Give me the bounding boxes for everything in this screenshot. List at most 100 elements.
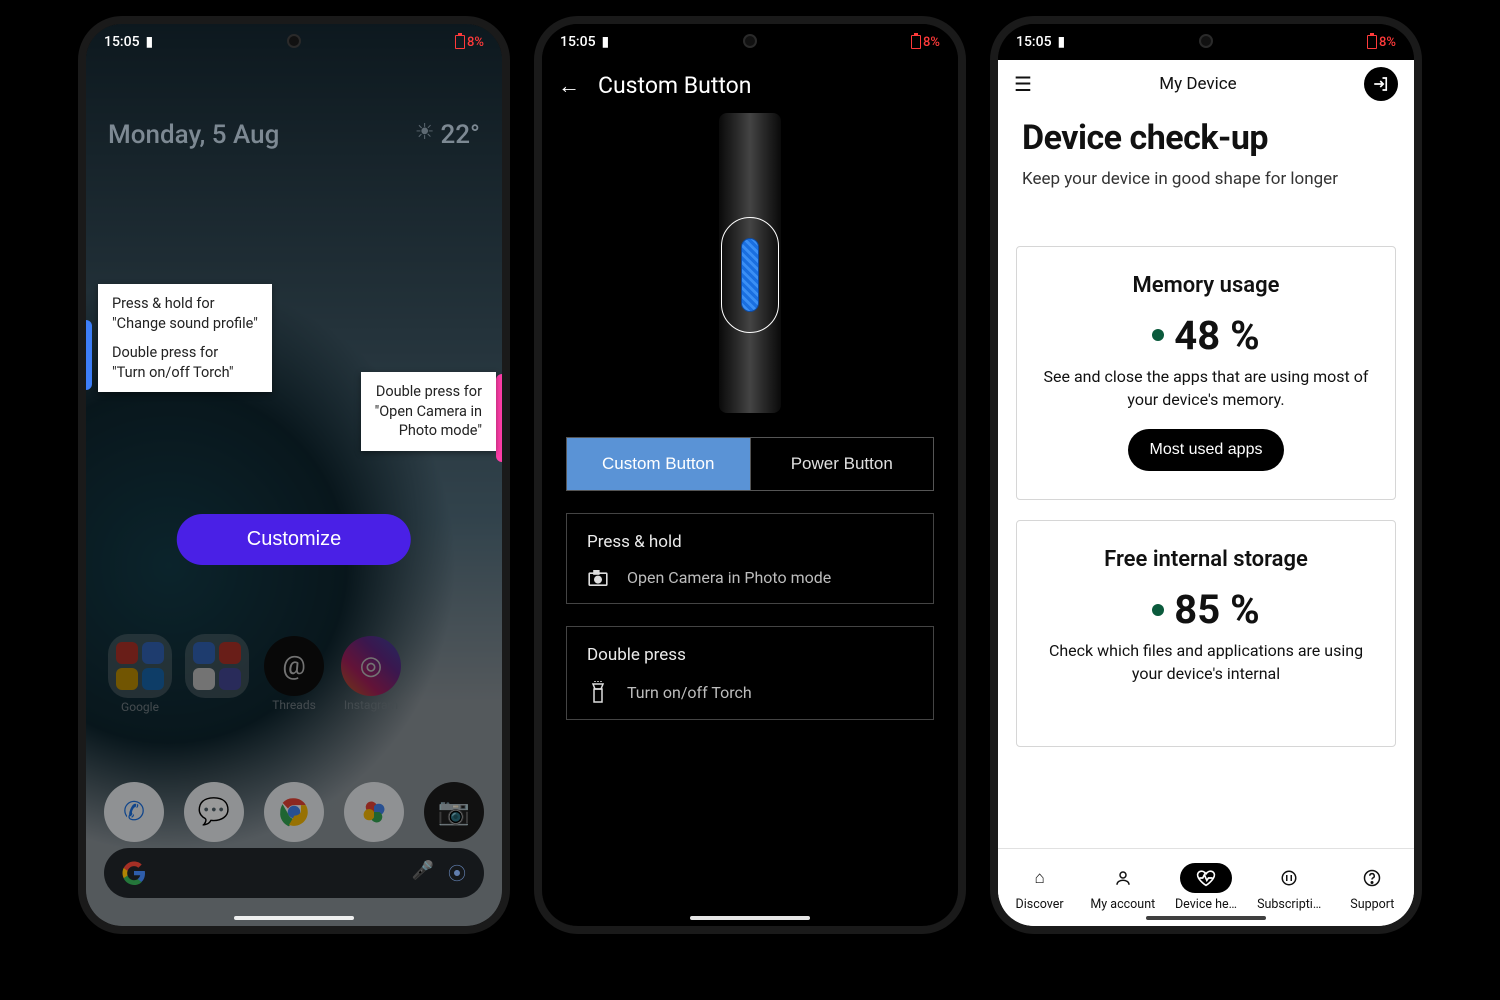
tab-label: Device he… — [1175, 897, 1237, 912]
tab-label: Discover — [1016, 897, 1064, 912]
home-app-row: Google @ Threads ◎ Instagram — [104, 634, 484, 714]
page-subtitle: Keep your device in good shape for longe… — [1022, 168, 1342, 192]
free-storage-card: Free internal storage 85 % Check which f… — [1016, 520, 1396, 746]
tab-discover[interactable]: ⌂ Discover — [1002, 863, 1078, 912]
memory-usage-card: Memory usage 48 % See and close the apps… — [1016, 246, 1396, 500]
gesture-label: Press & hold — [587, 532, 913, 552]
phone-my-device-app: 15:05 ▮ 8% ☰ My Device — [990, 16, 1422, 934]
tip-line: Photo mode" — [375, 421, 482, 441]
tab-device-health[interactable]: Device he… — [1168, 863, 1244, 912]
home-indicator[interactable] — [234, 916, 354, 920]
camera-notch — [743, 34, 757, 48]
battery-low-indicator: 8% — [455, 35, 484, 50]
tip-line: "Open Camera in — [375, 402, 482, 422]
camera-notch — [287, 34, 301, 48]
card-title: Free internal storage — [1037, 547, 1375, 572]
temperature: 22° — [441, 120, 481, 150]
app-label — [216, 700, 219, 714]
dock-chrome-icon[interactable] — [264, 782, 324, 842]
app-label: Google — [121, 700, 159, 714]
card-title: Memory usage — [1037, 273, 1375, 298]
subscription-icon — [1280, 869, 1298, 887]
tip-line: Double press for — [112, 343, 258, 363]
right-edge-indicator — [496, 374, 502, 462]
camera-icon — [587, 570, 609, 586]
tip-line: Press & hold for — [112, 294, 258, 314]
battery-icon: ▮ — [602, 34, 610, 50]
device-side-illustration — [719, 113, 781, 413]
app-title: My Device — [1159, 74, 1236, 94]
battery-low-indicator: 8% — [911, 35, 940, 50]
page-title: Custom Button — [598, 72, 751, 99]
tab-subscriptions[interactable]: Subscripti… — [1251, 863, 1327, 912]
app-threads-icon[interactable]: @ — [264, 636, 324, 696]
dock: ✆ 💬 📷 — [104, 782, 484, 842]
app-instagram-icon[interactable]: ◎ — [341, 636, 401, 696]
help-icon — [1363, 869, 1381, 887]
back-arrow-icon[interactable]: ← — [558, 73, 580, 99]
mic-icon[interactable]: 🎤 — [412, 860, 434, 886]
torch-icon — [587, 681, 609, 703]
menu-icon[interactable]: ☰ — [1014, 72, 1032, 96]
tab-my-account[interactable]: My account — [1085, 863, 1161, 912]
google-icon — [122, 861, 146, 885]
dock-camera-icon[interactable]: 📷 — [424, 782, 484, 842]
status-dot-icon — [1152, 329, 1164, 341]
app-bar: ☰ My Device — [998, 60, 1414, 108]
tab-label: My account — [1090, 897, 1155, 912]
tab-support[interactable]: Support — [1334, 863, 1410, 912]
weather-widget: ☀ 22° — [415, 120, 480, 150]
button-selector-segmented: Custom Button Power Button — [566, 437, 934, 491]
login-icon[interactable] — [1364, 67, 1398, 101]
date-text: Monday, 5 Aug — [108, 120, 279, 150]
folder-google[interactable] — [108, 634, 172, 698]
card-description: Check which files and applications are u… — [1037, 639, 1375, 685]
lens-icon[interactable]: ⦿ — [448, 860, 466, 886]
double-press-card[interactable]: Double press Turn on/off Torch — [566, 626, 934, 720]
tab-power-button[interactable]: Power Button — [750, 438, 934, 490]
tab-label: Subscripti… — [1257, 897, 1321, 912]
tab-label: Support — [1350, 897, 1394, 912]
home-header: Monday, 5 Aug ☀ 22° — [108, 120, 480, 150]
person-icon — [1114, 869, 1132, 887]
customize-button[interactable]: Customize — [177, 514, 411, 565]
search-bar[interactable]: 🎤 ⦿ — [104, 848, 484, 898]
heart-pulse-icon — [1196, 869, 1216, 887]
camera-notch — [1199, 34, 1213, 48]
card-description: See and close the apps that are using mo… — [1037, 365, 1375, 411]
power-button-tip-right: Double press for "Open Camera in Photo m… — [361, 372, 496, 451]
custom-button-highlight — [721, 217, 779, 333]
dock-messages-icon[interactable]: 💬 — [184, 782, 244, 842]
left-edge-indicator — [86, 320, 92, 390]
phone-custom-button-settings: 15:05 ▮ 8% ← Custom Button Cust — [534, 16, 966, 934]
tip-line: "Change sound profile" — [112, 314, 258, 334]
action-value: Open Camera in Photo mode — [627, 568, 831, 587]
app-label: Instagram — [344, 698, 398, 712]
dock-photos-icon[interactable] — [344, 782, 404, 842]
tip-line: "Turn on/off Torch" — [112, 363, 258, 383]
phone-home-customize-overlay: 15:05 ▮ 8% Monday, 5 Aug ☀ 22° Press & h… — [78, 16, 510, 934]
custom-button-graphic — [741, 238, 759, 312]
action-value: Turn on/off Torch — [627, 683, 752, 702]
bottom-nav: ⌂ Discover My account Device he… — [998, 848, 1414, 926]
page-title: Device check-up — [1022, 118, 1390, 158]
battery-low-indicator: 8% — [1367, 35, 1396, 50]
dock-phone-icon[interactable]: ✆ — [104, 782, 164, 842]
tab-custom-button[interactable]: Custom Button — [567, 438, 750, 490]
status-time: 15:05 — [104, 34, 140, 50]
status-dot-icon — [1152, 604, 1164, 616]
home-indicator[interactable] — [690, 916, 810, 920]
app-label: Threads — [272, 698, 316, 712]
status-time: 15:05 — [1016, 34, 1052, 50]
storage-percent: 85 % — [1174, 586, 1259, 633]
press-hold-card[interactable]: Press & hold Open Camera in Photo mode — [566, 513, 934, 604]
battery-icon: ▮ — [1058, 34, 1066, 50]
home-indicator[interactable] — [1146, 916, 1266, 920]
folder-apps[interactable] — [185, 634, 249, 698]
most-used-apps-button[interactable]: Most used apps — [1128, 429, 1285, 471]
custom-button-tip-left: Press & hold for "Change sound profile" … — [98, 284, 272, 392]
tip-line: Double press for — [375, 382, 482, 402]
battery-icon: ▮ — [146, 34, 154, 50]
gesture-label: Double press — [587, 645, 913, 665]
home-icon: ⌂ — [1034, 868, 1044, 888]
